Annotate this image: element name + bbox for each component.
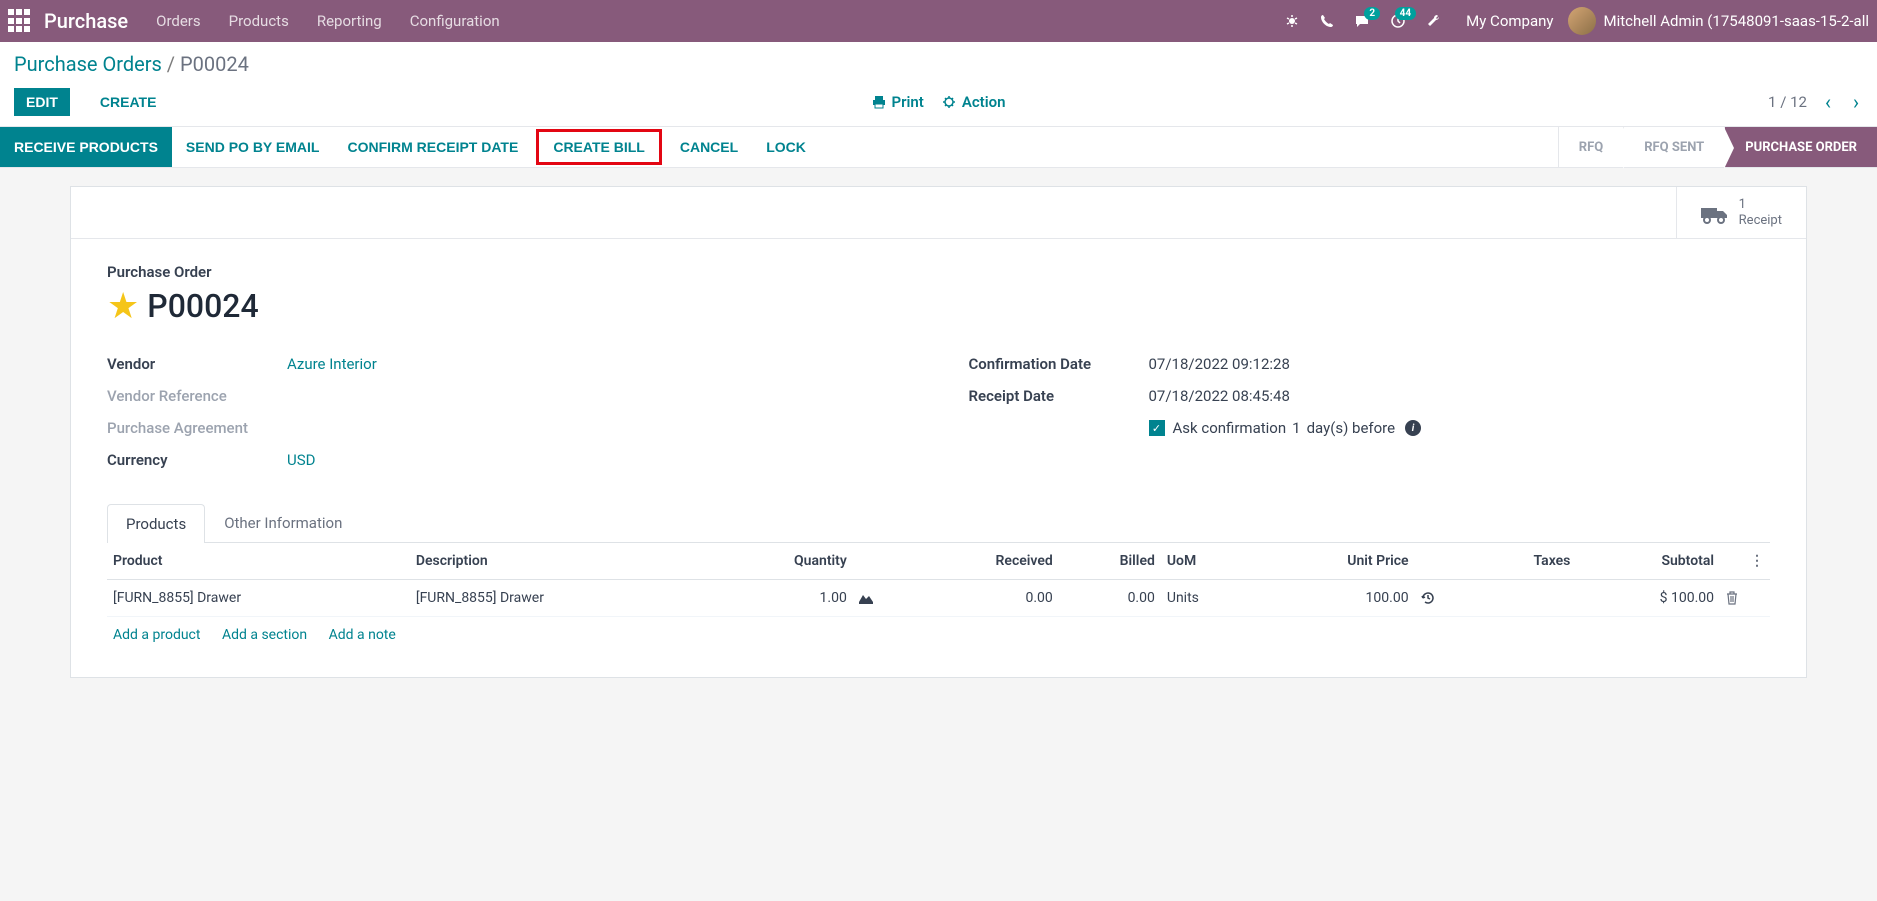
add-note-link[interactable]: Add a note — [329, 627, 396, 643]
create-bill-button[interactable]: Create Bill — [536, 129, 662, 165]
add-product-link[interactable]: Add a product — [113, 627, 200, 643]
print-button[interactable]: Print — [872, 93, 924, 111]
receipt-date-value: 07/18/2022 08:45:48 — [1149, 387, 1290, 405]
breadcrumb: Purchase Orders / P00024 — [14, 52, 1863, 76]
cell-desc: [FURN_8855] Drawer — [410, 580, 713, 617]
th-qty[interactable]: Quantity — [713, 543, 853, 580]
cell-taxes — [1471, 580, 1577, 617]
stat-label: Receipt — [1739, 213, 1782, 229]
action-bar: Receive Products Send PO by Email Confir… — [0, 126, 1877, 168]
cell-uom: Units — [1161, 580, 1256, 617]
truck-icon — [1701, 199, 1729, 227]
th-taxes[interactable]: Taxes — [1471, 543, 1577, 580]
clock-icon[interactable]: 44 — [1390, 13, 1406, 29]
status-rfq-sent[interactable]: RFQ SENT — [1623, 127, 1724, 167]
star-icon[interactable]: ★ — [107, 285, 139, 327]
app-brand[interactable]: Purchase — [44, 9, 128, 33]
control-bar: Purchase Orders / P00024 Edit Create Pri… — [0, 42, 1877, 126]
send-po-button[interactable]: Send PO by Email — [172, 127, 334, 167]
order-lines-table: Product Description Quantity Received Bi… — [107, 543, 1770, 653]
th-uom[interactable]: UoM — [1161, 543, 1256, 580]
ask-confirm-checkbox[interactable]: ✓ — [1149, 420, 1165, 436]
tab-other-info[interactable]: Other Information — [205, 503, 361, 542]
nav-products[interactable]: Products — [229, 12, 289, 30]
lock-button[interactable]: Lock — [752, 127, 820, 167]
action-button[interactable]: Action — [942, 93, 1006, 111]
currency-label: Currency — [107, 451, 287, 469]
nav-orders[interactable]: Orders — [156, 12, 201, 30]
price-history-icon[interactable] — [1415, 580, 1471, 617]
receive-products-button[interactable]: Receive Products — [0, 127, 172, 167]
bug-icon[interactable] — [1284, 13, 1300, 29]
cell-billed: 0.00 — [1059, 580, 1161, 617]
nav-configuration[interactable]: Configuration — [410, 12, 500, 30]
clock-badge: 44 — [1395, 7, 1416, 20]
page-title-label: Purchase Order — [107, 263, 1770, 281]
confirm-date-label: Confirmation Date — [969, 355, 1149, 373]
edit-button[interactable]: Edit — [14, 88, 70, 116]
wrench-icon[interactable] — [1426, 13, 1442, 29]
pager-next-icon[interactable]: › — [1849, 90, 1863, 114]
th-billed[interactable]: Billed — [1059, 543, 1161, 580]
vendor-value[interactable]: Azure Interior — [287, 355, 377, 373]
th-product[interactable]: Product — [107, 543, 410, 580]
order-name: P00024 — [147, 287, 258, 325]
columns-menu-icon[interactable]: ⋮ — [1750, 553, 1764, 569]
cell-product: [FURN_8855] Drawer — [107, 580, 410, 617]
cancel-button[interactable]: Cancel — [666, 127, 752, 167]
apps-icon[interactable] — [8, 9, 32, 33]
create-button[interactable]: Create — [88, 88, 169, 116]
th-subtotal[interactable]: Subtotal — [1576, 543, 1720, 580]
info-icon[interactable]: i — [1405, 420, 1421, 436]
user-menu[interactable]: Mitchell Admin (17548091-saas-15-2-all — [1604, 12, 1870, 30]
status-bar: RFQ RFQ SENT PURCHASE ORDER — [1558, 127, 1877, 167]
agreement-label: Purchase Agreement — [107, 419, 287, 437]
print-label: Print — [892, 93, 924, 111]
action-label: Action — [962, 93, 1006, 111]
confirm-date-button[interactable]: Confirm Receipt Date — [333, 127, 532, 167]
currency-value[interactable]: USD — [287, 451, 315, 469]
confirm-date-value: 07/18/2022 09:12:28 — [1149, 355, 1290, 373]
breadcrumb-current: P00024 — [180, 52, 249, 76]
nav-reporting[interactable]: Reporting — [317, 12, 382, 30]
ask-confirm-days: 1 — [1292, 419, 1300, 437]
form-sheet: 1 Receipt Purchase Order ★ P00024 Vendor… — [70, 186, 1807, 678]
receipt-stat-button[interactable]: 1 Receipt — [1676, 187, 1806, 238]
table-row[interactable]: [FURN_8855] Drawer [FURN_8855] Drawer 1.… — [107, 580, 1770, 617]
th-recv[interactable]: Received — [909, 543, 1059, 580]
company-selector[interactable]: My Company — [1466, 12, 1553, 30]
cell-price: 100.00 — [1256, 580, 1415, 617]
avatar[interactable] — [1568, 7, 1596, 35]
breadcrumb-root[interactable]: Purchase Orders — [14, 52, 162, 76]
receipt-date-label: Receipt Date — [969, 387, 1149, 405]
th-desc[interactable]: Description — [410, 543, 713, 580]
top-navbar: Purchase Orders Products Reporting Confi… — [0, 0, 1877, 42]
messages-badge: 2 — [1364, 7, 1380, 20]
add-section-link[interactable]: Add a section — [222, 627, 307, 643]
stat-count: 1 — [1739, 197, 1782, 213]
pager-prev-icon[interactable]: ‹ — [1821, 90, 1835, 114]
ask-confirm-suffix: day(s) before — [1307, 419, 1395, 437]
status-purchase-order[interactable]: PURCHASE ORDER — [1724, 127, 1877, 167]
cell-recv: 0.00 — [909, 580, 1059, 617]
ask-confirm-prefix: Ask confirmation — [1173, 419, 1287, 437]
messages-icon[interactable]: 2 — [1354, 13, 1370, 29]
cell-subtotal: $ 100.00 — [1576, 580, 1720, 617]
status-rfq[interactable]: RFQ — [1558, 127, 1623, 167]
th-price[interactable]: Unit Price — [1256, 543, 1415, 580]
forecast-icon[interactable] — [853, 580, 909, 617]
delete-row-icon[interactable] — [1720, 580, 1744, 617]
vendor-ref-label: Vendor Reference — [107, 387, 287, 405]
phone-icon[interactable] — [1320, 13, 1334, 29]
tab-products[interactable]: Products — [107, 504, 205, 543]
cell-qty: 1.00 — [713, 580, 853, 617]
pager-text[interactable]: 1 / 12 — [1768, 93, 1807, 111]
vendor-label: Vendor — [107, 355, 287, 373]
